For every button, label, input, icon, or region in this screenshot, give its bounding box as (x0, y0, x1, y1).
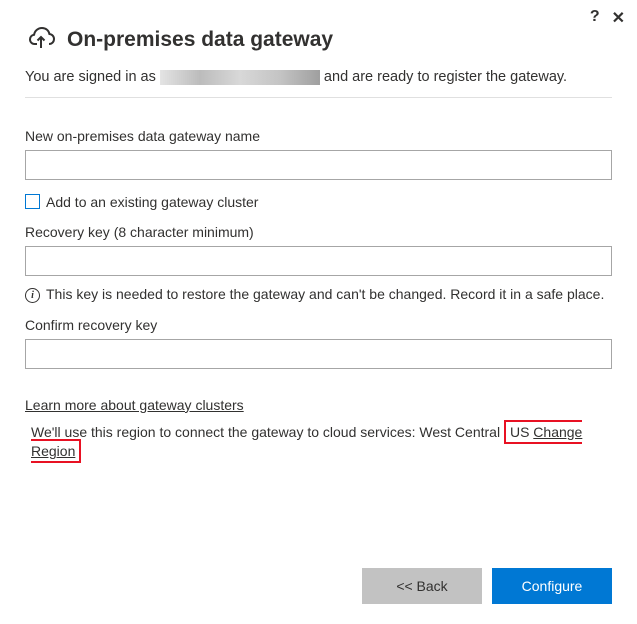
region-name: US (510, 424, 529, 440)
recovery-key-input[interactable] (25, 246, 612, 276)
signin-suffix: and are ready to register the gateway. (320, 69, 567, 85)
help-icon[interactable]: ? (590, 8, 600, 28)
region-text: We'll use this region to connect the gat… (25, 423, 612, 462)
signin-prefix: You are signed in as (25, 69, 160, 85)
recovery-info-text: This key is needed to restore the gatewa… (46, 286, 604, 302)
confirm-key-label: Confirm recovery key (25, 317, 612, 333)
signin-status: You are signed in as and are ready to re… (25, 67, 612, 89)
header: On-premises data gateway (25, 22, 612, 57)
footer: << Back Configure (362, 568, 612, 604)
confirm-key-input[interactable] (25, 339, 612, 369)
info-icon: i (25, 288, 40, 303)
add-cluster-label: Add to an existing gateway cluster (46, 194, 258, 210)
learn-more-link[interactable]: Learn more about gateway clusters (25, 397, 244, 413)
add-cluster-checkbox[interactable] (25, 194, 40, 209)
recovery-key-label: Recovery key (8 character minimum) (25, 224, 612, 240)
gateway-name-label: New on-premises data gateway name (25, 128, 612, 144)
configure-button[interactable]: Configure (492, 568, 612, 604)
gateway-name-input[interactable] (25, 150, 612, 180)
divider (25, 97, 612, 98)
page-title: On-premises data gateway (67, 28, 333, 52)
region-prefix: We'll use this region to connect the gat… (31, 424, 504, 440)
cloud-upload-icon (25, 22, 57, 57)
redacted-username (160, 70, 320, 85)
back-button[interactable]: << Back (362, 568, 482, 604)
close-icon[interactable]: ✕ (612, 8, 625, 28)
